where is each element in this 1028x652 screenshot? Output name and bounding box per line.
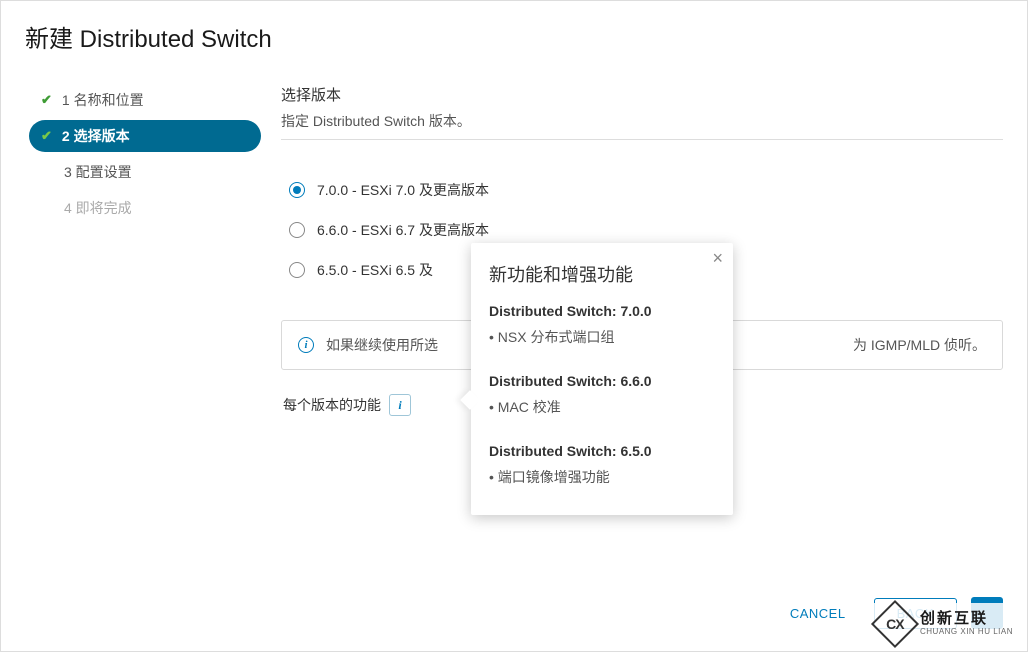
dialog-title: 新建 Distributed Switch (1, 1, 1027, 64)
popover-section-title: Distributed Switch: 6.5.0 (489, 443, 715, 459)
feature-popover: × 新功能和增强功能 Distributed Switch: 7.0.0 • N… (471, 243, 733, 515)
wizard-step-select-version[interactable]: ✔ 2 选择版本 (29, 120, 261, 152)
radio-icon[interactable] (289, 262, 305, 278)
option-label: 7.0.0 - ESXi 7.0 及更高版本 (317, 180, 489, 200)
option-label: 6.5.0 - ESXi 6.5 及 (317, 260, 433, 280)
info-text-suffix: 为 IGMP/MLD 侦听。 (853, 335, 986, 355)
popover-section-item: • MAC 校准 (489, 397, 715, 417)
wizard-step-configure[interactable]: 3 配置设置 (29, 156, 261, 188)
dialog-title-en: Distributed Switch (73, 26, 272, 53)
cancel-button[interactable]: CANCEL (776, 598, 860, 629)
check-icon: ✔ (41, 128, 52, 144)
popover-section-title: Distributed Switch: 6.6.0 (489, 373, 715, 389)
dialog-title-cn: 新建 (25, 26, 73, 53)
wizard-step-label: 1 名称和位置 (62, 90, 144, 110)
watermark: CX 创新互联 CHUANG XIN HU LIAN (870, 603, 1021, 645)
feature-label: 每个版本的功能 (283, 395, 381, 415)
pane-title: 选择版本 (281, 84, 1003, 105)
popover-section-item: • NSX 分布式端口组 (489, 327, 715, 347)
version-option-700[interactable]: 7.0.0 - ESXi 7.0 及更高版本 (289, 170, 1003, 210)
wizard-step-label: 3 配置设置 (64, 162, 132, 182)
watermark-logo: CX (871, 600, 919, 648)
option-label: 6.6.0 - ESXi 6.7 及更高版本 (317, 220, 489, 240)
radio-icon[interactable] (289, 222, 305, 238)
wizard-step-label: 4 即将完成 (64, 198, 132, 218)
popover-title: 新功能和增强功能 (489, 261, 715, 287)
feature-info-button[interactable]: i (389, 394, 411, 416)
watermark-cn: 创新互联 (920, 611, 1013, 628)
info-text-prefix: 如果继续使用所选 (326, 335, 438, 355)
watermark-en: CHUANG XIN HU LIAN (920, 628, 1013, 637)
watermark-logo-text: CX (886, 616, 903, 632)
wizard-steps: ✔ 1 名称和位置 ✔ 2 选择版本 3 配置设置 4 即将完成 (1, 64, 261, 416)
check-icon: ✔ (41, 92, 52, 108)
wizard-step-complete[interactable]: 4 即将完成 (29, 192, 261, 224)
radio-icon[interactable] (289, 182, 305, 198)
close-icon[interactable]: × (712, 249, 723, 267)
wizard-step-label: 2 选择版本 (62, 126, 130, 146)
popover-section-item: • 端口镜像增强功能 (489, 467, 715, 487)
wizard-step-name-location[interactable]: ✔ 1 名称和位置 (29, 84, 261, 116)
pane-header: 选择版本 指定 Distributed Switch 版本。 (281, 84, 1003, 140)
info-icon: i (298, 337, 314, 353)
pane-subtitle: 指定 Distributed Switch 版本。 (281, 111, 1003, 131)
popover-section-title: Distributed Switch: 7.0.0 (489, 303, 715, 319)
watermark-text: 创新互联 CHUANG XIN HU LIAN (920, 611, 1013, 636)
